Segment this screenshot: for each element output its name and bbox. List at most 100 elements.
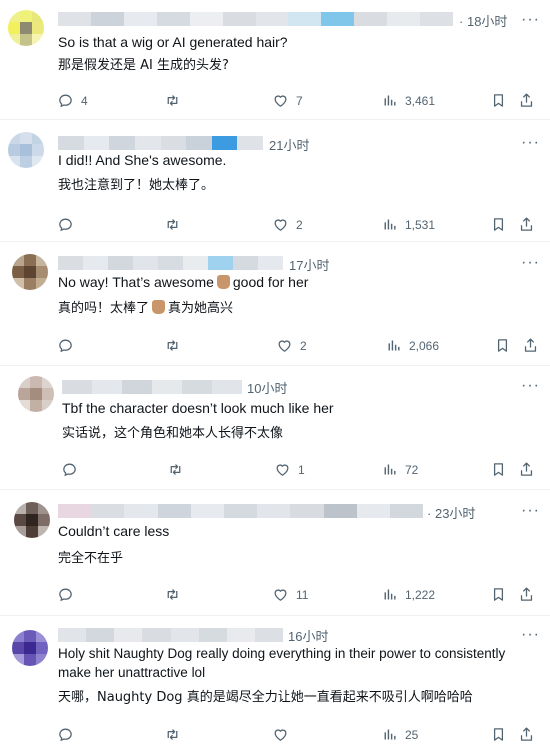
avatar[interactable] [18,376,54,412]
views-icon [381,216,398,233]
avatar[interactable] [8,132,44,168]
share-button[interactable] [518,586,535,603]
views-button[interactable]: 1,531 [381,216,435,233]
reply-button[interactable] [57,586,74,603]
reply-icon [61,461,78,478]
share-icon [518,461,535,478]
views-button[interactable]: 3,461 [381,92,435,109]
avatar[interactable] [12,630,48,666]
reply-post[interactable]: 10小时 ··· Tbf the character doesn’t look … [0,366,550,490]
reply-post[interactable]: · 23小时 ··· Couldn’t care less 完全不在乎 11 1… [0,490,550,616]
bookmark-button[interactable] [490,726,507,743]
post-text-zh: 实话说，这个角色和她本人长得不太像 [62,426,284,441]
post-text-en: Couldn’t care less [58,523,170,539]
post-text-zh: 我也注意到了！她太棒了。 [58,178,215,193]
more-icon[interactable]: ··· [521,135,540,151]
reply-button[interactable] [61,461,78,478]
reply-button[interactable] [57,216,74,233]
like-button[interactable]: 2 [276,337,307,354]
avatar[interactable] [12,254,48,290]
views-button[interactable]: 1,222 [381,586,435,603]
bookmark-icon [490,726,507,743]
reply-post[interactable]: 16小时 ··· Holy shit Naughty Dog really do… [0,616,550,753]
repost-button[interactable] [164,586,181,603]
post-text-zh: 真的吗！太棒了 真为她高兴 [58,299,233,319]
views-icon [381,461,398,478]
reply-post[interactable]: 21小时 ··· I did!! And She's awesome. 我也注意… [0,120,550,242]
post-text-en: Tbf the character doesn’t look much like… [62,400,334,416]
blurred-author-name[interactable] [58,256,283,270]
post-text-zh: 天哪，Naughty Dog 真的是竭尽全力让她一直看起来不吸引人啊哈哈哈 [58,690,473,705]
bookmark-button[interactable] [490,586,507,603]
views-button[interactable]: 25 [381,726,418,743]
raised-hand-emoji [216,275,230,289]
view-count: 1,531 [405,217,436,232]
repost-button[interactable] [164,216,181,233]
bookmark-button[interactable] [490,92,507,109]
reply-icon [57,586,74,603]
blurred-author-name[interactable] [58,504,424,518]
blurred-author-name[interactable] [58,136,263,150]
share-icon [522,337,539,354]
more-icon[interactable]: ··· [521,12,540,28]
bookmark-icon [490,586,507,603]
post-text-en: No way! That’s awesome good for her [58,272,308,292]
action-bar: 2 2,066 [0,337,550,357]
more-icon[interactable]: ··· [521,503,540,519]
timestamp[interactable]: 21小时 [269,135,309,154]
more-icon[interactable]: ··· [521,627,540,643]
like-button[interactable]: 7 [272,92,303,109]
share-button[interactable] [522,337,539,354]
blurred-author-name[interactable] [62,380,242,394]
repost-icon [164,337,181,354]
reply-button[interactable]: 4 [57,92,88,109]
blurred-author-name[interactable] [58,628,283,642]
bookmark-button[interactable] [490,461,507,478]
views-icon [381,726,398,743]
avatar[interactable] [14,502,50,538]
like-count: 2 [296,217,303,232]
reply-count: 4 [81,93,88,108]
timestamp[interactable]: · 23小时 [427,503,475,522]
like-button[interactable]: 1 [274,461,305,478]
timestamp[interactable]: 16小时 [288,626,328,645]
repost-icon [164,586,181,603]
views-button[interactable]: 2,066 [385,337,439,354]
repost-button[interactable] [164,92,181,109]
reply-button[interactable] [57,337,74,354]
bookmark-button[interactable] [490,216,507,233]
repost-icon [164,216,181,233]
repost-button[interactable] [164,337,181,354]
blurred-author-name[interactable] [58,12,454,26]
bookmark-icon [490,216,507,233]
repost-button[interactable] [164,726,181,743]
avatar[interactable] [8,10,44,46]
repost-button[interactable] [167,461,184,478]
share-button[interactable] [518,216,535,233]
raised-hand-emoji [152,300,166,314]
share-icon [518,586,535,603]
like-icon [272,92,289,109]
post-text-zh-part: 真的吗！太棒了 [58,301,150,316]
views-button[interactable]: 72 [381,461,418,478]
post-text-zh-part: 真为她高兴 [168,301,234,316]
reply-button[interactable] [57,726,74,743]
share-button[interactable] [518,92,535,109]
more-icon[interactable]: ··· [521,255,540,271]
share-button[interactable] [518,461,535,478]
like-button[interactable] [272,726,289,743]
like-count: 7 [296,93,303,108]
like-button[interactable]: 11 [272,586,308,603]
like-button[interactable]: 2 [272,216,303,233]
timestamp[interactable]: 10小时 [247,378,287,397]
more-icon[interactable]: ··· [521,378,540,394]
like-count: 1 [298,462,305,477]
reply-post[interactable]: 17小时 ··· No way! That’s awesome good for … [0,242,550,366]
reply-post[interactable]: · 18小时 ··· So is that a wig or AI genera… [0,0,550,120]
views-icon [381,586,398,603]
like-icon [276,337,293,354]
share-button[interactable] [518,726,535,743]
bookmark-button[interactable] [494,337,511,354]
timestamp[interactable]: · 18小时 [459,11,507,30]
repost-icon [167,461,184,478]
